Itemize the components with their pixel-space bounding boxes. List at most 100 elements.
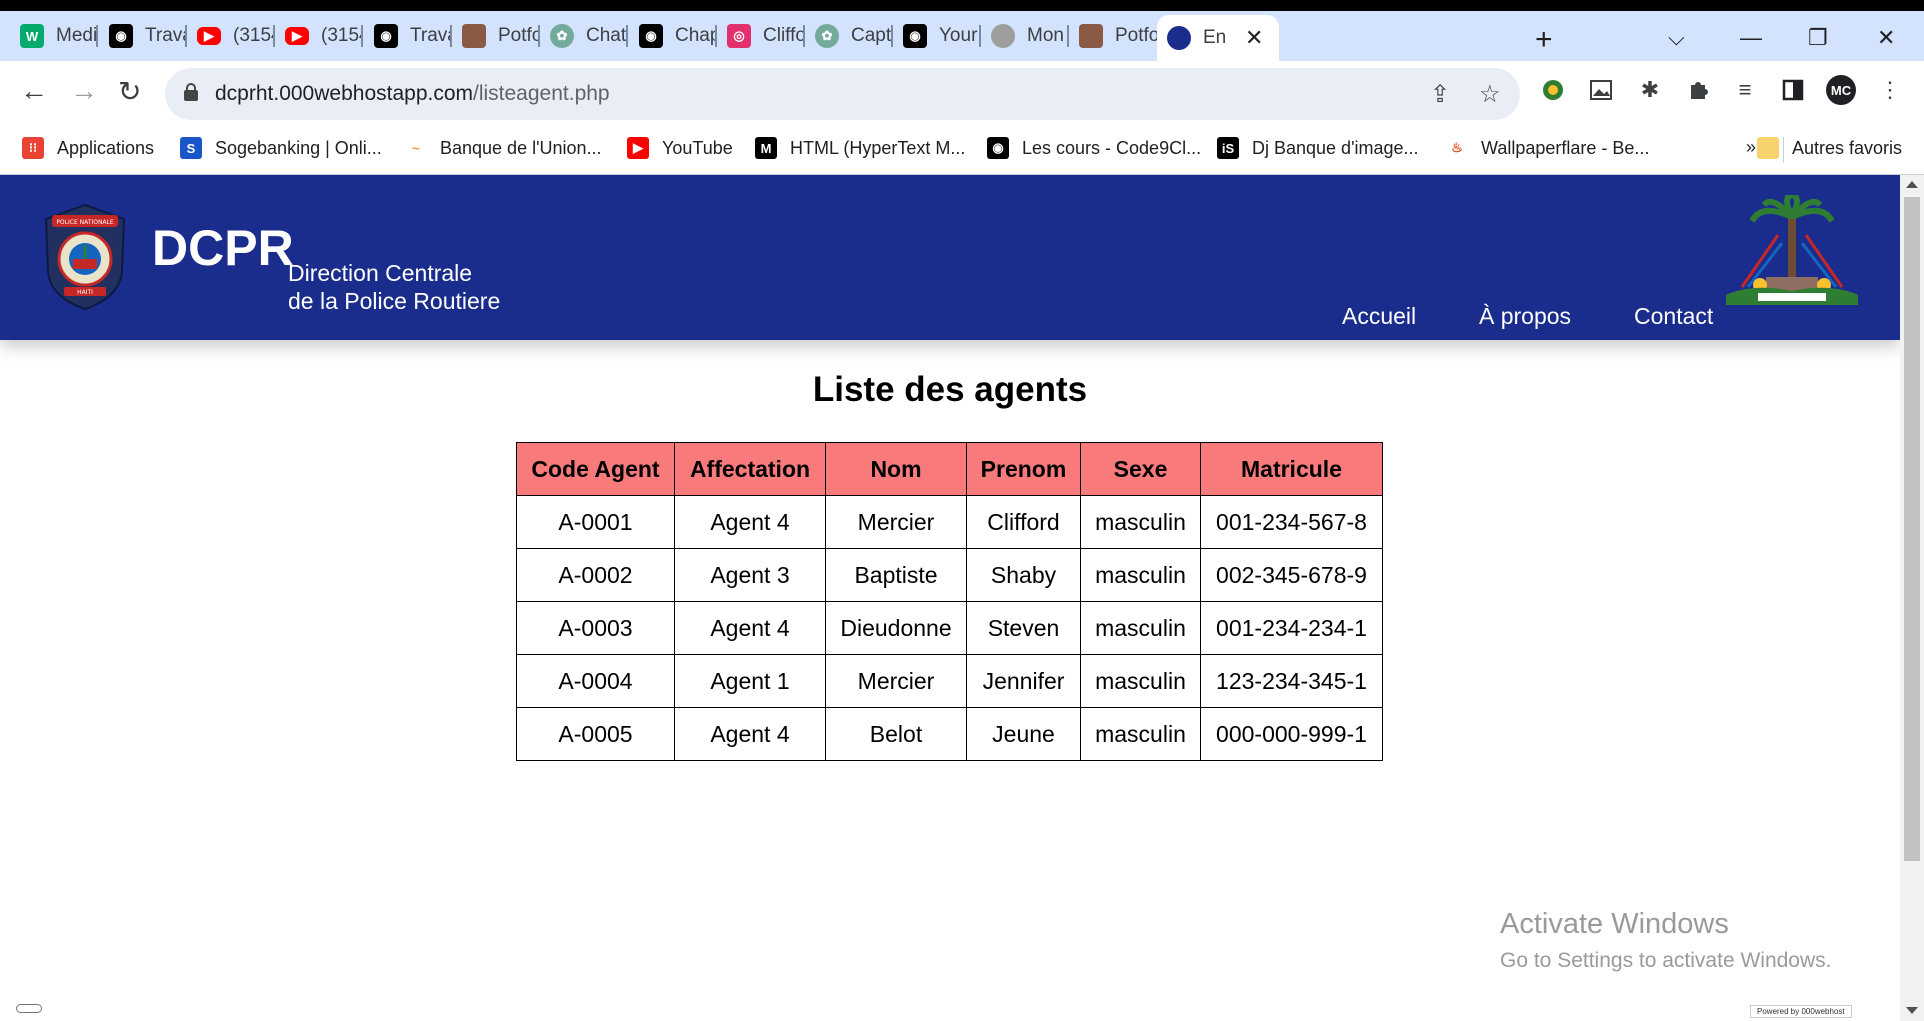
table-cell: A-0005 [516, 707, 675, 761]
table-cell: Dieudonne [825, 601, 967, 655]
table-cell: Agent 3 [674, 548, 826, 602]
tab-title: Potfolio [498, 25, 540, 46]
profile-photo-icon [462, 24, 486, 48]
table-cell: masculin [1080, 654, 1201, 708]
table-cell: Mercier [825, 495, 967, 549]
close-window-button[interactable]: ✕ [1877, 25, 1895, 51]
browser-tab[interactable]: ✿ ChatGPT [540, 15, 628, 57]
tab-search-icon[interactable]: ⌵ [1668, 25, 1685, 51]
browser-tab[interactable]: Mon c [981, 15, 1069, 57]
table-cell: A-0001 [516, 495, 675, 549]
back-arrow-icon[interactable]: ← [20, 75, 48, 107]
nav-link-a-propos[interactable]: À propos [1479, 303, 1571, 330]
scroll-up-arrow-icon[interactable] [1906, 181, 1918, 188]
browser-tab[interactable]: ◉ Chapitre [629, 15, 717, 57]
tab-separator [96, 25, 98, 47]
apps-grid-icon: ⁝⁝ [22, 137, 44, 159]
browser-tab[interactable]: ✿ Capture [805, 15, 893, 57]
nav-link-contact[interactable]: Contact [1634, 303, 1713, 330]
browser-tab[interactable]: ◎ Clifford [717, 15, 805, 57]
table-cell: Agent 4 [674, 495, 826, 549]
site-brand: DCPR [152, 220, 294, 276]
extensions-puzzle-icon[interactable] [1683, 75, 1713, 105]
globe-icon [991, 24, 1015, 48]
browser-tab[interactable]: Potfolio [452, 15, 540, 57]
bug-icon[interactable]: ✱ [1635, 75, 1665, 105]
bookmark-item[interactable]: M HTML (HyperText M... [755, 137, 965, 159]
reload-icon[interactable]: ↻ [118, 75, 141, 108]
nav-link-accueil[interactable]: Accueil [1342, 303, 1416, 330]
youtube-icon: ▶ [627, 137, 649, 159]
table-cell: A-0003 [516, 601, 675, 655]
browser-tab[interactable]: W Media [10, 15, 98, 57]
tab-title: En [1203, 27, 1227, 48]
windows-activation-watermark: Activate Windows Go to Settings to activ… [1500, 908, 1832, 973]
minimize-button[interactable]: — [1740, 25, 1762, 51]
new-tab-button[interactable]: + [1535, 25, 1553, 55]
lock-icon [184, 83, 198, 101]
bookmark-star-icon[interactable]: ☆ [1479, 80, 1501, 109]
coat-of-arms-logo [1726, 195, 1858, 305]
tab-title: Your c [939, 25, 981, 46]
browser-tab[interactable]: ▶ (3154) [275, 15, 363, 57]
profile-photo-icon [1079, 24, 1103, 48]
scroll-down-arrow-icon[interactable] [1906, 1007, 1918, 1014]
table-cell: Mercier [825, 654, 967, 708]
browser-tab[interactable]: Potfolio [1069, 15, 1157, 57]
tab-title: Capture [851, 25, 893, 46]
bookmark-item[interactable]: S Sogebanking | Onli... [180, 137, 382, 159]
browser-tab[interactable]: ◉ Your c [893, 15, 981, 57]
other-bookmarks-label: Autres favoris [1792, 137, 1903, 158]
browser-toolbar: ← → ↻ dcprht.000webhostapp.com/listeagen… [0, 61, 1924, 125]
share-icon[interactable]: ⇪ [1430, 80, 1450, 109]
bookmark-item[interactable]: iS Dj Banque d'image... [1217, 137, 1419, 159]
tab-title: (3154) [321, 25, 363, 46]
table-cell: Jeune [966, 707, 1081, 761]
vertical-scrollbar[interactable] [1900, 175, 1924, 1021]
bookmark-item[interactable]: ♨ Wallpaperflare - Be... [1446, 137, 1649, 159]
browser-tab[interactable]: ◉ Travaux [99, 15, 187, 57]
site-subtitle: Direction Centrale de la Police Routiere [288, 259, 500, 315]
powered-by-badge[interactable]: Powered by 000webhost [1750, 1005, 1852, 1018]
browser-tab[interactable]: En ✕ [1157, 15, 1279, 61]
sogebank-icon: S [180, 137, 202, 159]
extension-globe-icon[interactable] [1538, 75, 1568, 105]
svg-text:HAITI: HAITI [77, 289, 93, 296]
page-viewport: POLICE NATIONALE HAITI DCPR Direction Ce… [0, 175, 1900, 1021]
other-bookmarks-folder[interactable]: Autres favoris [1757, 137, 1902, 159]
more-menu-icon[interactable]: ⋮ [1875, 75, 1905, 105]
bookmark-label: Applications [57, 137, 155, 158]
youtube-icon: ▶ [285, 27, 309, 45]
activate-title: Activate Windows [1500, 908, 1729, 940]
image-icon[interactable] [1586, 75, 1616, 105]
col-header-code-agent: Code Agent [516, 442, 675, 496]
browser-tab[interactable]: ▶ (3154) [187, 15, 275, 57]
bookmark-label: YouTube [662, 137, 733, 158]
bookmark-item[interactable]: ~ Banque de l'Union... [405, 137, 602, 159]
table-cell: 002-345-678-9 [1200, 548, 1383, 602]
tab-title: (3154) [233, 25, 275, 46]
tab-close-icon[interactable]: ✕ [1245, 25, 1263, 51]
table-row: A-0002 Agent 3 Baptiste Shaby masculin 002-34… [516, 548, 1383, 602]
table-cell: Agent 1 [674, 654, 826, 708]
restore-button[interactable]: ❐ [1808, 25, 1828, 51]
scrollbar-thumb[interactable] [1904, 197, 1920, 861]
bookmark-item[interactable]: ⁝⁝ Applications [22, 137, 154, 159]
table-cell: 001-234-567-8 [1200, 495, 1383, 549]
haiti-flag-icon [1167, 26, 1191, 50]
browser-tab[interactable]: ◉ Travaux [364, 15, 452, 57]
col-header-affectation: Affectation [674, 442, 826, 496]
bookmark-item[interactable]: ▶ YouTube [627, 137, 733, 159]
horizontal-scroll-indicator[interactable] [16, 1004, 42, 1013]
address-bar[interactable]: dcprht.000webhostapp.com/listeagent.php … [165, 68, 1520, 120]
side-panel-icon[interactable] [1778, 75, 1808, 105]
profile-avatar[interactable]: MC [1826, 75, 1856, 105]
agents-table: Code Agent Affectation Nom Prenom Sexe M… [516, 442, 1383, 761]
forward-arrow-icon[interactable]: → [70, 75, 98, 107]
bookmarks-overflow-button[interactable]: » [1746, 137, 1756, 158]
media-control-icon[interactable]: ≡ [1730, 75, 1760, 105]
bookmark-item[interactable]: ◉ Les cours - Code9Cl... [987, 137, 1201, 159]
code9-icon: ◉ [987, 137, 1009, 159]
tab-title: Travaux [410, 25, 452, 46]
tab-strip: + ⌵ — ❐ ✕ W Media ◉ Travaux ▶ (3154) ▶ (3154) ◉ T… [0, 11, 1924, 61]
